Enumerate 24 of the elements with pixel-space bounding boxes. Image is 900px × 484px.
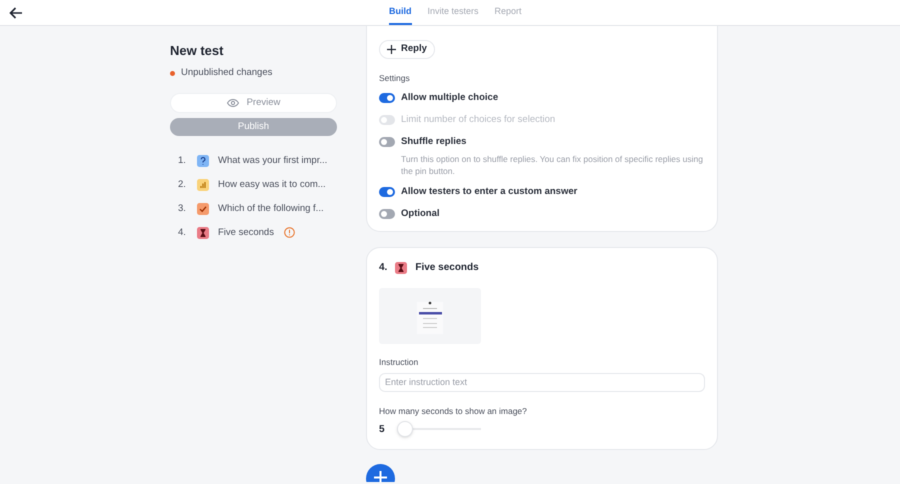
question-title: Five seconds — [415, 261, 479, 275]
question-number: 3. — [178, 202, 187, 216]
setting-label: Allow testers to enter a custom answer — [401, 184, 578, 198]
field-label: Instruction — [379, 356, 420, 369]
question-number: 4. — [379, 261, 388, 275]
status-text: Unpublished changes — [181, 66, 272, 80]
question-number: 2. — [178, 178, 187, 192]
section-label: Settings — [379, 72, 411, 85]
field-label: How many seconds to show an image? — [379, 405, 528, 418]
setting-label: Limit number of choices for selection — [401, 113, 556, 127]
add-reply-button[interactable]: Reply — [379, 40, 435, 59]
setting-label: Optional — [401, 206, 440, 221]
question-link[interactable]: Five seconds — [218, 226, 274, 240]
setting-label: Allow multiple choice — [401, 90, 498, 105]
slider-value: 5 — [379, 422, 386, 436]
setting-description: Turn this option on to shuffle replies. You can fix position of specific replies using the pin button. — [401, 152, 704, 176]
instruction-field[interactable]: Enter instruction text — [379, 372, 705, 392]
setting-label: Shuffle replies — [401, 135, 466, 150]
question-number: 1. — [178, 154, 187, 168]
question-link[interactable]: What was your first impr... — [218, 154, 328, 168]
question-number: 4. — [178, 226, 187, 240]
question-link[interactable]: How easy was it to com... — [218, 178, 326, 192]
question-link[interactable]: Which of the following f... — [218, 202, 324, 216]
test-title: New test — [170, 42, 224, 60]
